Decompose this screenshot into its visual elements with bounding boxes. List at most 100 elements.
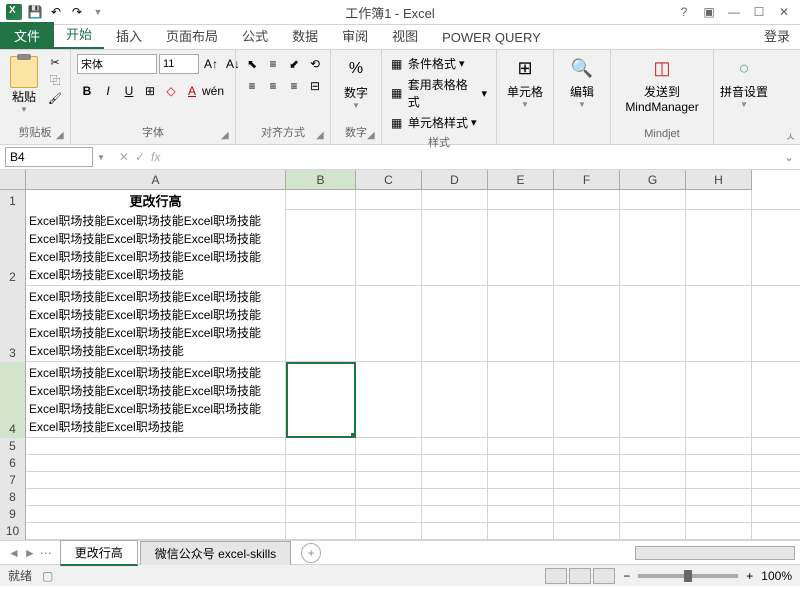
tab-file[interactable]: 文件	[0, 22, 54, 49]
cell-F10[interactable]	[554, 523, 620, 540]
row-header-4[interactable]: 4	[0, 362, 26, 438]
cell-E10[interactable]	[488, 523, 554, 540]
help-icon[interactable]: ?	[673, 3, 695, 21]
namebox-dropdown-icon[interactable]: ▼	[93, 153, 109, 162]
cell-F1[interactable]	[554, 190, 620, 210]
cell-A7[interactable]	[26, 472, 286, 489]
spreadsheet-grid[interactable]: ABCDEFGH 1更改行高2Excel职场技能Excel职场技能Excel职场…	[0, 170, 800, 540]
row-header-10[interactable]: 10	[0, 523, 26, 540]
align-middle-icon[interactable]: ≡	[263, 54, 283, 74]
cell-F9[interactable]	[554, 506, 620, 523]
zoom-slider[interactable]	[638, 574, 738, 578]
conditional-format-button[interactable]: ▦条件格式 ▾	[388, 54, 490, 73]
cell-B4[interactable]: ⊕	[286, 362, 356, 438]
cell-A3[interactable]: Excel职场技能Excel职场技能Excel职场技能Excel职场技能Exce…	[26, 286, 286, 362]
name-box[interactable]: B4	[5, 147, 93, 167]
sheet-tab-2[interactable]: 微信公众号 excel-skills	[140, 541, 291, 565]
undo-icon[interactable]: ↶	[47, 3, 65, 21]
sheet-nav-first-icon[interactable]: ◄	[8, 546, 20, 560]
tab-powerquery[interactable]: POWER QUERY	[430, 26, 553, 49]
cell-G4[interactable]	[620, 362, 686, 438]
merge-icon[interactable]: ⊟	[305, 76, 325, 96]
cell-F2[interactable]	[554, 210, 620, 286]
row-header-7[interactable]: 7	[0, 472, 26, 489]
sheet-nav-last-icon[interactable]: ►	[24, 546, 36, 560]
tab-data[interactable]: 数据	[280, 22, 330, 49]
column-header-G[interactable]: G	[620, 170, 686, 190]
row-header-1[interactable]: 1	[0, 190, 26, 210]
minimize-icon[interactable]: —	[723, 3, 745, 21]
cell-A6[interactable]	[26, 455, 286, 472]
cell-styles-button[interactable]: ▦单元格样式 ▾	[388, 113, 490, 132]
cell-G3[interactable]	[620, 286, 686, 362]
border-button[interactable]: ⊞	[140, 81, 160, 101]
cell-D9[interactable]	[422, 506, 488, 523]
align-left-icon[interactable]: ≡	[242, 76, 262, 96]
cell-B3[interactable]	[286, 286, 356, 362]
cell-F6[interactable]	[554, 455, 620, 472]
cell-H3[interactable]	[686, 286, 752, 362]
save-icon[interactable]: 💾	[26, 3, 44, 21]
cell-H1[interactable]	[686, 190, 752, 210]
close-icon[interactable]: ✕	[773, 3, 795, 21]
cell-D1[interactable]	[422, 190, 488, 210]
align-center-icon[interactable]: ≡	[263, 76, 283, 96]
cell-A8[interactable]	[26, 489, 286, 506]
cell-H6[interactable]	[686, 455, 752, 472]
cell-D6[interactable]	[422, 455, 488, 472]
page-break-view-icon[interactable]	[593, 568, 615, 584]
cell-D4[interactable]	[422, 362, 488, 438]
column-header-H[interactable]: H	[686, 170, 752, 190]
table-format-button[interactable]: ▦套用表格格式 ▾	[388, 75, 490, 111]
cell-A1[interactable]: 更改行高	[26, 190, 286, 210]
cell-G9[interactable]	[620, 506, 686, 523]
cell-B1[interactable]	[286, 190, 356, 210]
cell-A5[interactable]	[26, 438, 286, 455]
column-header-E[interactable]: E	[488, 170, 554, 190]
cell-H10[interactable]	[686, 523, 752, 540]
expand-formula-icon[interactable]: ⌄	[778, 150, 800, 164]
cell-E2[interactable]	[488, 210, 554, 286]
cell-C8[interactable]	[356, 489, 422, 506]
cell-C3[interactable]	[356, 286, 422, 362]
cell-C6[interactable]	[356, 455, 422, 472]
phonetic-button[interactable]: wén	[203, 81, 223, 101]
cell-D2[interactable]	[422, 210, 488, 286]
cell-E7[interactable]	[488, 472, 554, 489]
paste-button[interactable]: 粘贴 ▼	[6, 54, 42, 114]
cancel-icon[interactable]: ✕	[119, 150, 129, 164]
zoom-in-icon[interactable]: +	[746, 569, 753, 583]
mindmanager-button[interactable]: ◫ 发送到 MindManager	[617, 54, 707, 114]
cell-E3[interactable]	[488, 286, 554, 362]
cell-B8[interactable]	[286, 489, 356, 506]
collapse-ribbon-icon[interactable]: ㅅ	[785, 128, 796, 145]
copy-icon[interactable]: ⿻	[46, 72, 64, 88]
horizontal-scrollbar[interactable]	[635, 546, 795, 560]
increase-font-icon[interactable]: A↑	[201, 54, 221, 74]
normal-view-icon[interactable]	[545, 568, 567, 584]
maximize-icon[interactable]: ☐	[748, 3, 770, 21]
orientation-icon[interactable]: ⟲	[305, 54, 325, 74]
clipboard-launcher-icon[interactable]: ◢	[56, 130, 68, 142]
tab-home[interactable]: 开始	[54, 20, 104, 49]
row-header-2[interactable]: 2	[0, 210, 26, 286]
cell-F7[interactable]	[554, 472, 620, 489]
cell-H5[interactable]	[686, 438, 752, 455]
cell-F8[interactable]	[554, 489, 620, 506]
login-link[interactable]: 登录	[754, 22, 800, 49]
font-name-select[interactable]	[77, 54, 157, 74]
cell-D3[interactable]	[422, 286, 488, 362]
cell-F3[interactable]	[554, 286, 620, 362]
cell-G7[interactable]	[620, 472, 686, 489]
number-format-button[interactable]: % 数字 ▼	[337, 54, 375, 110]
cell-C4[interactable]	[356, 362, 422, 438]
cell-H4[interactable]	[686, 362, 752, 438]
cell-E5[interactable]	[488, 438, 554, 455]
align-top-icon[interactable]: ⬉	[242, 54, 262, 74]
cell-E1[interactable]	[488, 190, 554, 210]
fill-color-button[interactable]: ◇	[161, 81, 181, 101]
row-header-3[interactable]: 3	[0, 286, 26, 362]
font-color-button[interactable]: A	[182, 81, 202, 101]
cell-A2[interactable]: Excel职场技能Excel职场技能Excel职场技能Excel职场技能Exce…	[26, 210, 286, 286]
tab-insert[interactable]: 插入	[104, 22, 154, 49]
